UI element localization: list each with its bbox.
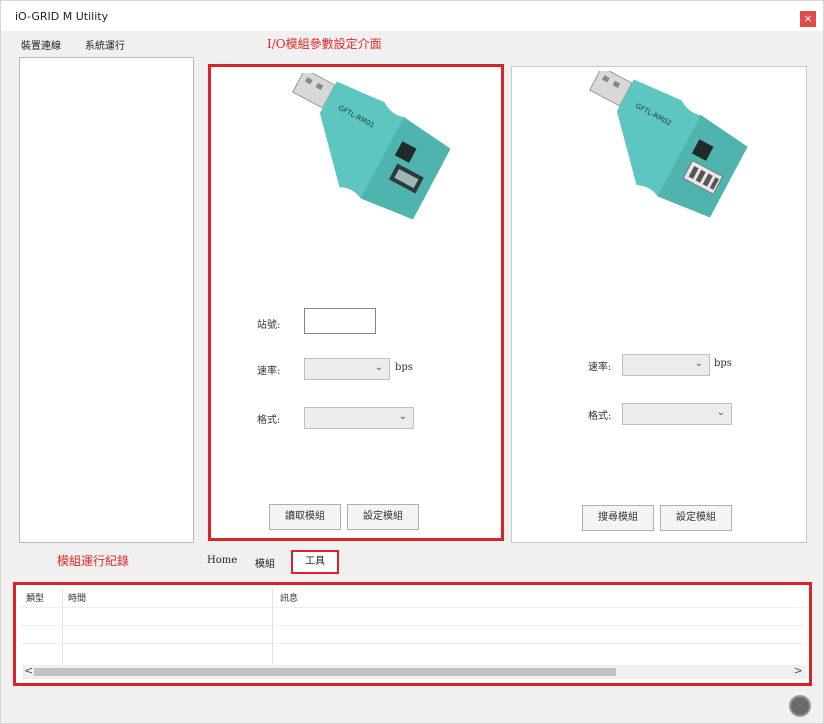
search-baud-select[interactable]: ⌄ (622, 354, 710, 376)
chevron-down-icon: ⌄ (374, 362, 383, 373)
search-format-select[interactable]: ⌄ (622, 403, 732, 425)
baud-select[interactable]: ⌄ (304, 358, 390, 380)
chevron-down-icon: ⌄ (694, 358, 703, 369)
baud-label: 速率: (257, 366, 281, 377)
scroll-right-icon[interactable]: > (794, 664, 803, 677)
column-divider (272, 589, 273, 667)
search-baud-label: 速率: (588, 362, 612, 373)
log-header-type: 類型 (26, 594, 45, 604)
close-icon: × (803, 12, 813, 25)
format-select[interactable]: ⌄ (304, 407, 414, 429)
usb-module-device-image: GFTL-RM02 (589, 71, 748, 218)
usb-module-device-image: GFTL-RM01 (292, 73, 451, 220)
title-bar: iO-GRID M Utility × (1, 1, 823, 31)
menu-system-run[interactable]: 系統運行 (85, 37, 125, 52)
window-title: iO-GRID M Utility (15, 10, 109, 23)
tab-home[interactable]: Home (207, 555, 237, 566)
chevron-down-icon: ⌄ (398, 411, 407, 422)
log-header-time: 時間 (68, 594, 87, 604)
station-input[interactable] (304, 308, 376, 334)
log-header-message: 訊息 (280, 594, 299, 604)
module-search-panel: GFTL-RM02 速率: ⌄ bps 格式: ⌄ 搜尋模組 設定模組 (511, 66, 807, 543)
module-tree-panel (19, 57, 194, 543)
table-row-divider (20, 643, 806, 644)
search-baud-unit: bps (714, 358, 732, 369)
menu-bar: 裝置連線 系統運行 (1, 33, 823, 53)
tab-tools[interactable]: 工具 (291, 550, 339, 574)
left-panel-annotation: 模組運行紀錄 (57, 554, 130, 568)
chevron-down-icon: ⌄ (716, 407, 725, 418)
status-icon[interactable] (789, 695, 811, 717)
page-annotation-title: I/O模組參數設定介面 (267, 37, 382, 51)
horizontal-scrollbar[interactable]: < > (22, 664, 806, 679)
table-row-divider (20, 607, 806, 608)
baud-unit: bps (395, 362, 413, 373)
format-label: 格式: (257, 415, 281, 426)
menu-device-connect[interactable]: 裝置連線 (21, 37, 61, 52)
search-format-label: 格式: (588, 411, 612, 422)
read-module-button[interactable]: 讀取模組 (269, 504, 341, 530)
log-table: 類型 時間 訊息 < > (13, 582, 812, 686)
scrollbar-thumb[interactable] (34, 668, 616, 676)
close-button[interactable]: × (800, 11, 816, 27)
station-label: 站號: (257, 320, 281, 331)
column-divider (62, 589, 63, 667)
app-window: iO-GRID M Utility × 裝置連線 系統運行 I/O模組參數設定介… (0, 0, 824, 724)
search-set-module-button[interactable]: 設定模組 (660, 505, 732, 531)
tab-module[interactable]: 模組 (255, 555, 275, 570)
search-module-button[interactable]: 搜尋模組 (582, 505, 654, 531)
set-module-button[interactable]: 設定模組 (347, 504, 419, 530)
module-settings-panel: GFTL-RM01 站號: 速率: ⌄ bps 格式: ⌄ 讀取模組 設定模組 (208, 64, 504, 541)
scroll-left-icon[interactable]: < (24, 664, 33, 677)
table-row-divider (20, 625, 806, 626)
